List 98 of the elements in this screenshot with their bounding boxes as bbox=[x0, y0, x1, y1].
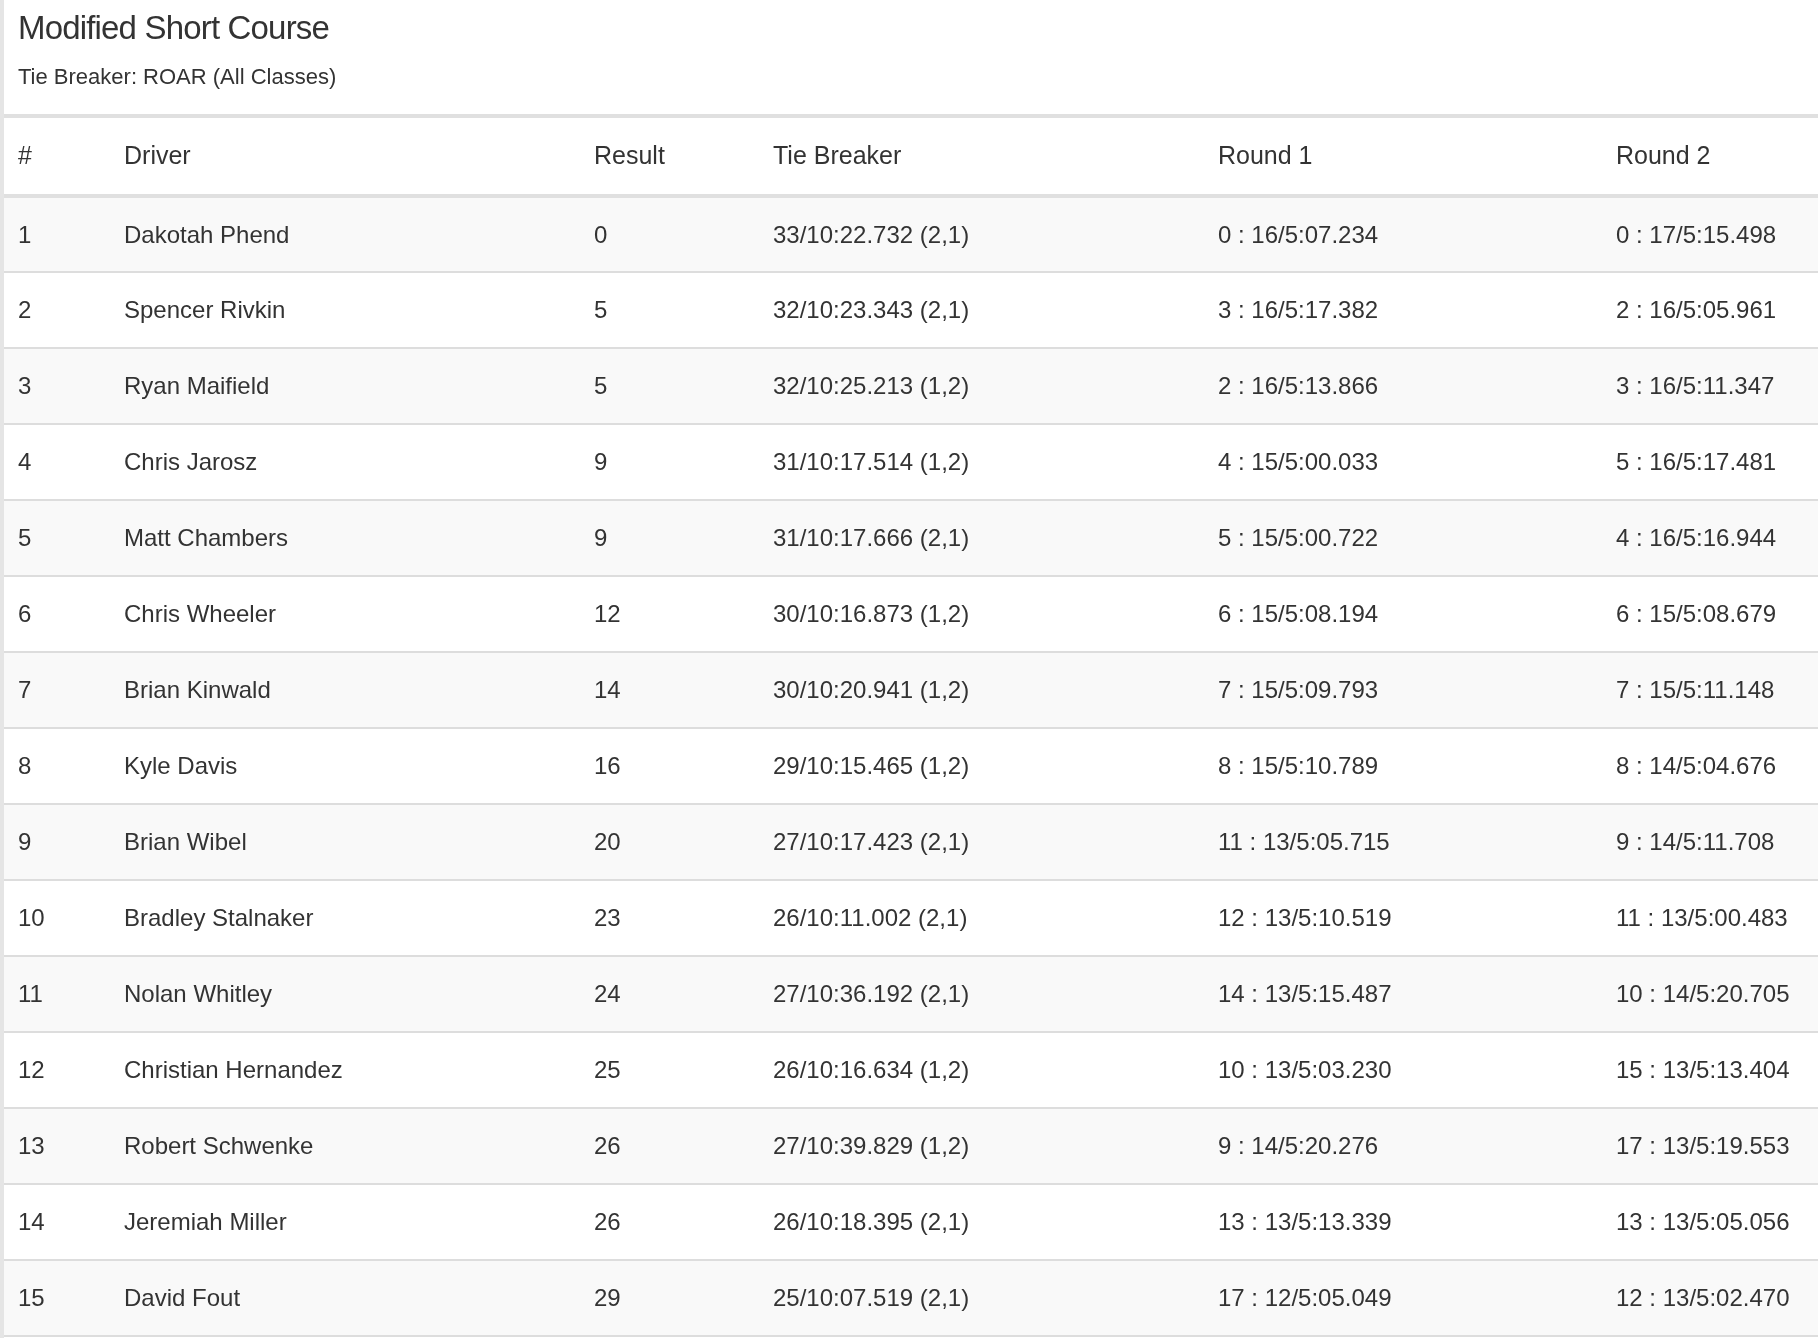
table-cell: 1 bbox=[18, 220, 32, 248]
table-cell: 14 : 13/5:15.487 bbox=[1218, 980, 1392, 1007]
table-cell: 13 : 13/5:05.056 bbox=[1616, 1208, 1790, 1235]
table-cell: 4 : 15/5:00.033 bbox=[1218, 448, 1379, 475]
table-cell: 6 : 15/5:08.679 bbox=[1616, 600, 1777, 627]
table-cell: 4 : 16/5:16.944 bbox=[1616, 524, 1777, 551]
table-cell: 31/10:17.514 (1,2) bbox=[773, 448, 970, 475]
page-subtitle: Tie Breaker: ROAR (All Classes) bbox=[18, 63, 337, 91]
table-cell: 7 bbox=[18, 676, 32, 703]
table-cell: 2 : 16/5:05.961 bbox=[1616, 296, 1777, 323]
column-header: Round 2 bbox=[1616, 141, 1711, 170]
table-cell: 3 bbox=[18, 372, 32, 399]
table-cell: 9 : 14/5:11.708 bbox=[1616, 828, 1775, 855]
table-cell: 30/10:20.941 (1,2) bbox=[773, 676, 970, 703]
table-cell: Spencer Rivkin bbox=[124, 296, 286, 323]
table-cell: 29/10:15.465 (1,2) bbox=[773, 752, 970, 779]
table-cell: 13 bbox=[18, 1132, 45, 1159]
column-header: Result bbox=[594, 141, 665, 170]
table-cell: Matt Chambers bbox=[124, 524, 289, 551]
table-cell: 20 bbox=[594, 828, 621, 855]
table-cell: 5 bbox=[18, 524, 32, 551]
table-cell: 12 bbox=[594, 600, 621, 627]
table-cell: 26/10:18.395 (2,1) bbox=[773, 1208, 970, 1235]
table-cell: 0 : 17/5:15.498 bbox=[1616, 220, 1777, 248]
table-cell: Bradley Stalnaker bbox=[124, 904, 314, 931]
table-cell: Chris Jarosz bbox=[124, 448, 258, 475]
table-cell: 4 bbox=[18, 448, 32, 475]
table-cell: 17 : 12/5:05.049 bbox=[1218, 1284, 1392, 1311]
column-header: Round 1 bbox=[1218, 141, 1313, 170]
table-cell: 25 bbox=[594, 1056, 621, 1083]
table-cell: Kyle Davis bbox=[124, 752, 238, 779]
table-cell: 8 : 14/5:04.676 bbox=[1616, 752, 1777, 779]
table-cell: 30/10:16.873 (1,2) bbox=[773, 600, 970, 627]
table-cell: 5 bbox=[594, 372, 608, 399]
table-cell: 6 bbox=[18, 600, 32, 627]
table-cell: Brian Wibel bbox=[124, 828, 247, 855]
table-cell: Jeremiah Miller bbox=[124, 1208, 287, 1235]
table-cell: 11 bbox=[18, 980, 43, 1007]
table-cell: 14 bbox=[594, 676, 621, 703]
page-title: Modified Short Course bbox=[18, 8, 329, 48]
table-cell: 7 : 15/5:09.793 bbox=[1218, 676, 1379, 703]
table-cell: 10 : 14/5:20.705 bbox=[1616, 980, 1790, 1007]
table-cell: 2 bbox=[18, 296, 32, 323]
table-cell: 12 bbox=[18, 1056, 45, 1083]
table-cell: 24 bbox=[594, 980, 621, 1007]
table-cell: 8 : 15/5:10.789 bbox=[1218, 752, 1379, 779]
table-cell: 10 bbox=[18, 904, 45, 931]
table-cell: 32/10:23.343 (2,1) bbox=[773, 296, 970, 323]
table-cell: 3 : 16/5:11.347 bbox=[1616, 372, 1775, 399]
table-cell: 26/10:11.002 (2,1) bbox=[773, 904, 968, 931]
table-cell: 2 : 16/5:13.866 bbox=[1218, 372, 1379, 399]
table-cell: Brian Kinwald bbox=[124, 676, 271, 703]
table-cell: 0 bbox=[594, 220, 608, 248]
table-cell: 9 : 14/5:20.276 bbox=[1218, 1132, 1379, 1159]
table-cell: 15 : 13/5:13.404 bbox=[1616, 1056, 1790, 1083]
table-cell: 26 bbox=[594, 1208, 621, 1235]
table-cell: 32/10:25.213 (1,2) bbox=[773, 372, 970, 399]
table-cell: 0 : 16/5:07.234 bbox=[1218, 220, 1379, 248]
table-cell: 8 bbox=[18, 752, 32, 779]
table-cell: 27/10:17.423 (2,1) bbox=[773, 828, 970, 855]
table-cell: 12 : 13/5:10.519 bbox=[1218, 904, 1392, 931]
table-cell: David Fout bbox=[124, 1284, 241, 1311]
table-cell: 7 : 15/5:11.148 bbox=[1616, 676, 1775, 703]
table-cell: 17 : 13/5:19.553 bbox=[1616, 1132, 1790, 1159]
table-cell: 12 : 13/5:02.470 bbox=[1616, 1284, 1790, 1311]
table-cell: 5 : 15/5:00.722 bbox=[1218, 524, 1379, 551]
table-cell: 26 bbox=[594, 1132, 621, 1159]
table-cell: 27/10:36.192 (2,1) bbox=[773, 980, 970, 1007]
table-cell: 13 : 13/5:13.339 bbox=[1218, 1208, 1392, 1235]
table-cell: 9 bbox=[594, 448, 608, 475]
table-cell: Christian Hernandez bbox=[124, 1056, 343, 1083]
table-cell: 23 bbox=[594, 904, 621, 931]
table-cell: 5 : 16/5:17.481 bbox=[1616, 448, 1777, 475]
column-header: Driver bbox=[124, 141, 191, 170]
table-cell: Dakotah Phend bbox=[124, 220, 290, 248]
table-cell: 33/10:22.732 (2,1) bbox=[773, 220, 970, 248]
table-cell: 9 bbox=[18, 828, 32, 855]
table-cell: 6 : 15/5:08.194 bbox=[1218, 600, 1379, 627]
table-cell: Chris Wheeler bbox=[124, 600, 277, 627]
column-header: Tie Breaker bbox=[773, 141, 902, 170]
table-cell: 5 bbox=[594, 296, 608, 323]
table-cell: 11 : 13/5:05.715 bbox=[1218, 828, 1390, 855]
table-cell: Nolan Whitley bbox=[124, 980, 273, 1007]
column-header: # bbox=[18, 141, 32, 170]
table-cell: 14 bbox=[18, 1208, 45, 1235]
table-cell: 10 : 13/5:03.230 bbox=[1218, 1056, 1392, 1083]
table-cell: 15 bbox=[18, 1284, 45, 1311]
table-cell: 3 : 16/5:17.382 bbox=[1218, 296, 1379, 323]
table-cell: 31/10:17.666 (2,1) bbox=[773, 524, 970, 551]
table-cell: 11 : 13/5:00.483 bbox=[1616, 904, 1788, 931]
table-cell: 25/10:07.519 (2,1) bbox=[773, 1284, 970, 1311]
table-cell: Robert Schwenke bbox=[124, 1132, 314, 1159]
table-cell: 9 bbox=[594, 524, 608, 551]
table-cell: 29 bbox=[594, 1284, 621, 1311]
table-cell: 26/10:16.634 (1,2) bbox=[773, 1056, 970, 1083]
table-cell: 16 bbox=[594, 752, 621, 779]
table-cell: Ryan Maifield bbox=[124, 372, 270, 399]
table-cell: 27/10:39.829 (1,2) bbox=[773, 1132, 970, 1159]
